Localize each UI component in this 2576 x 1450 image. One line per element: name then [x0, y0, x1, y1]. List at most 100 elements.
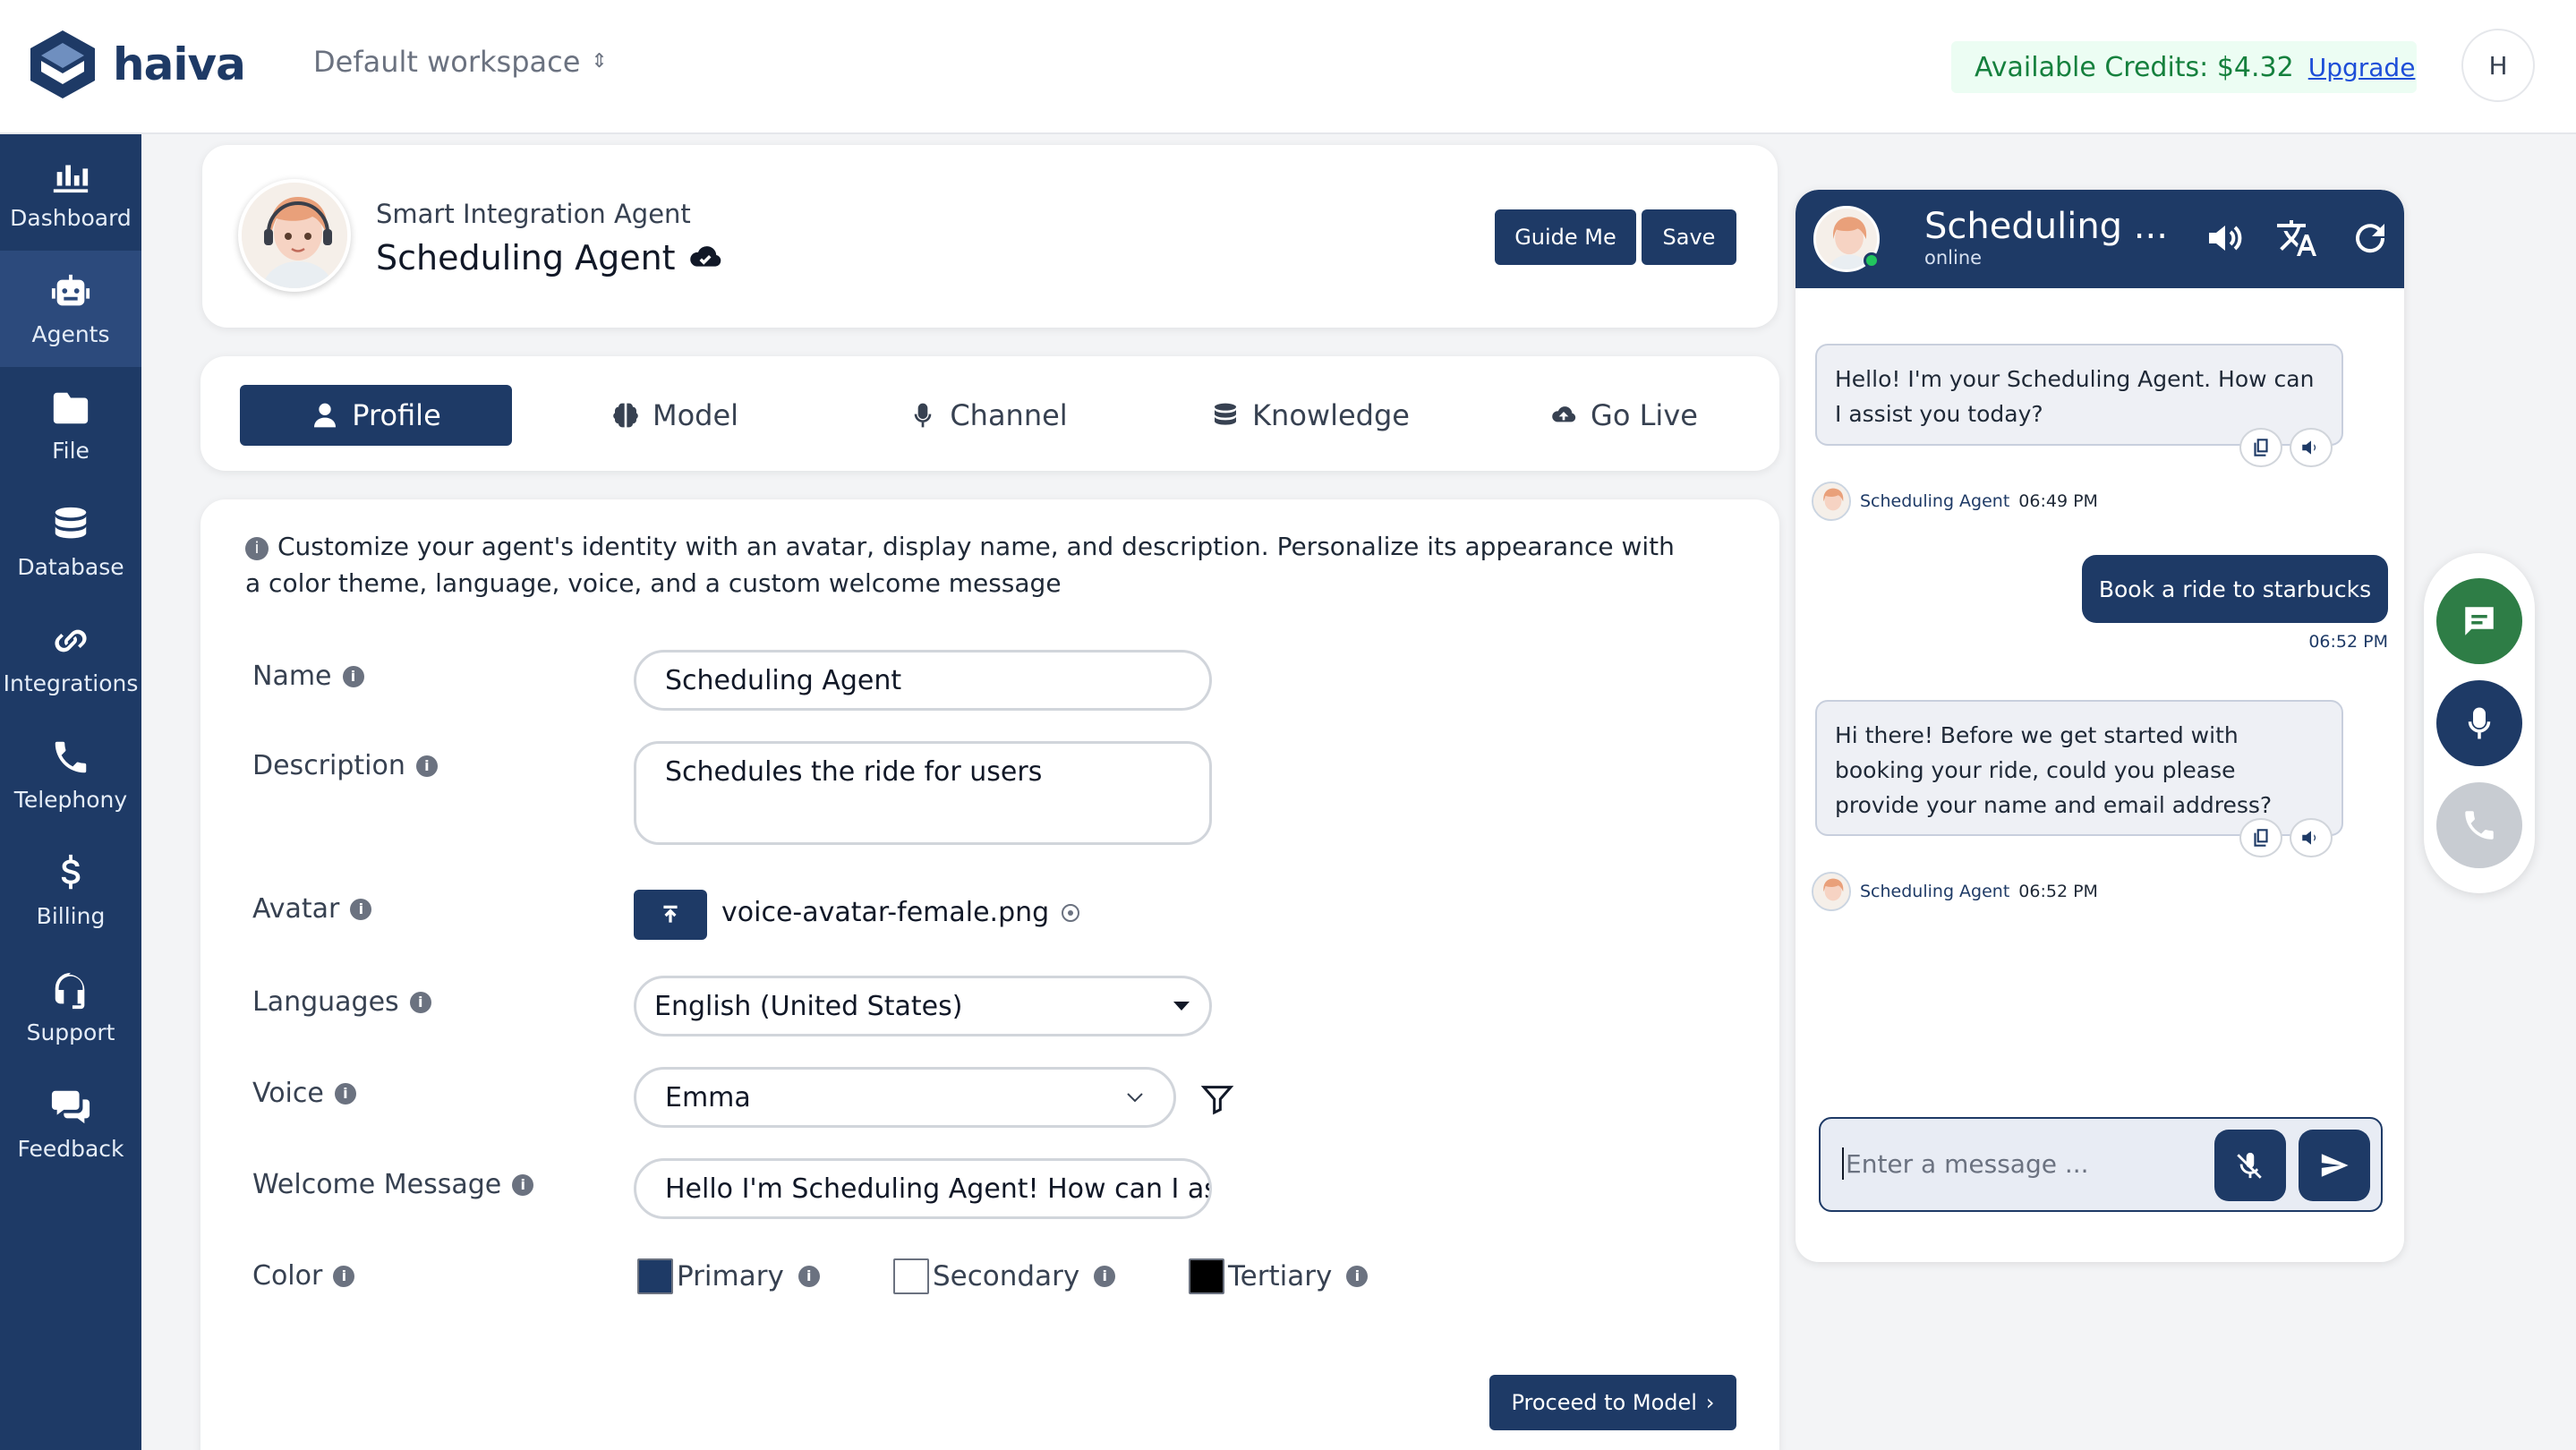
agent-name: Scheduling Agent	[376, 238, 676, 277]
language-select[interactable]: English (United States)	[634, 976, 1212, 1036]
proceed-label: Proceed to Model	[1511, 1390, 1697, 1415]
info-icon[interactable]: i	[798, 1266, 820, 1287]
cloud-check-icon	[689, 246, 721, 267]
info-icon[interactable]: i	[415, 755, 438, 777]
chat-header: Scheduling ... online	[1796, 190, 2404, 288]
tab-label: Go Live	[1591, 398, 1698, 432]
sidebar-item-database[interactable]: Database	[0, 483, 141, 600]
translate-icon[interactable]	[2275, 217, 2318, 260]
tab-profile[interactable]: Profile	[240, 385, 512, 446]
agent-avatar	[238, 179, 351, 292]
tab-channel[interactable]: Channel	[854, 385, 1122, 446]
chat-message-input[interactable]: Enter a message ...	[1842, 1147, 2089, 1180]
profile-form-card: i Customize your agent's identity with an…	[200, 499, 1779, 1450]
channel-fab-group	[2424, 553, 2535, 893]
guide-me-button[interactable]: Guide Me	[1495, 209, 1636, 265]
avatar-file-name: voice-avatar-female.png	[721, 897, 1050, 928]
info-icon[interactable]: i	[512, 1173, 534, 1196]
tab-model[interactable]: Model	[559, 385, 791, 446]
color-primary[interactable]: Primary i	[637, 1258, 820, 1294]
voice-channel-button[interactable]	[2436, 680, 2522, 766]
name-label-text: Name	[252, 661, 332, 692]
play-audio-button[interactable]	[2290, 428, 2333, 467]
top-bar: haiva Default workspace ⇕ Available Cred…	[0, 0, 2576, 134]
description-textarea[interactable]: Schedules the ride for users	[634, 741, 1212, 845]
chat-icon	[2465, 607, 2494, 635]
phone-channel-button[interactable]	[2436, 782, 2522, 868]
play-audio-button[interactable]	[2290, 818, 2333, 857]
sidebar-item-dashboard[interactable]: Dashboard	[0, 134, 141, 251]
copy-icon	[2254, 829, 2268, 847]
tab-label: Profile	[352, 398, 441, 432]
database-icon	[55, 507, 87, 538]
sidebar-item-file[interactable]: File	[0, 367, 141, 483]
message-actions	[2239, 428, 2333, 467]
sidebar-item-label: Billing	[36, 902, 106, 929]
message-meta: Scheduling Agent 06:52 PM	[1812, 872, 2098, 911]
welcome-label-text: Welcome Message	[252, 1169, 502, 1200]
speaker-icon	[2302, 440, 2316, 455]
info-icon[interactable]: i	[334, 1082, 356, 1105]
description-label-text: Description	[252, 750, 405, 781]
profile-info-text: Customize your agent's identity with an …	[245, 532, 1675, 598]
refresh-icon[interactable]	[2349, 217, 2392, 260]
copy-button[interactable]	[2239, 428, 2282, 467]
color-secondary[interactable]: Secondary i	[893, 1258, 1116, 1294]
voice-select[interactable]: Emma	[634, 1067, 1176, 1128]
brand-logo[interactable]: haiva	[25, 27, 246, 102]
user-avatar[interactable]: H	[2461, 29, 2535, 102]
send-button[interactable]	[2299, 1130, 2370, 1201]
color-secondary-label: Secondary	[933, 1260, 1080, 1292]
info-icon[interactable]: i	[409, 991, 431, 1013]
secondary-color-swatch[interactable]	[893, 1258, 929, 1294]
dollar-icon	[61, 854, 81, 889]
chat-input-box[interactable]: Enter a message ...	[1819, 1117, 2383, 1212]
tabs-card: Profile Model Channel Knowledge Go Live	[200, 356, 1779, 471]
cloud-upload-icon	[1552, 406, 1576, 422]
copy-icon	[2254, 439, 2268, 456]
sidebar: Dashboard Agents File Database Integrati…	[0, 134, 141, 1450]
name-input[interactable]: Scheduling Agent	[634, 650, 1212, 711]
info-icon[interactable]: i	[1094, 1266, 1116, 1287]
description-label: Description i	[252, 750, 438, 781]
agent-name-heading: Scheduling Agent	[376, 238, 724, 277]
chat-channel-button[interactable]	[2436, 578, 2522, 664]
sidebar-item-billing[interactable]: Billing	[0, 832, 141, 949]
sender-avatar	[1812, 872, 1851, 911]
tab-go-live[interactable]: Go Live	[1507, 385, 1740, 446]
tab-label: Model	[652, 398, 739, 432]
sidebar-item-agents[interactable]: Agents	[0, 251, 141, 367]
welcome-message-input[interactable]: Hello I'm Scheduling Agent! How can I as…	[634, 1158, 1212, 1219]
info-icon[interactable]: i	[1346, 1266, 1369, 1287]
tertiary-color-swatch[interactable]	[1189, 1258, 1224, 1294]
caret-down-icon	[1173, 1002, 1190, 1011]
tab-label: Channel	[950, 398, 1068, 432]
upload-avatar-button[interactable]	[634, 890, 707, 940]
primary-color-swatch[interactable]	[637, 1258, 673, 1294]
tab-knowledge[interactable]: Knowledge	[1167, 385, 1454, 446]
sidebar-item-telephony[interactable]: Telephony	[0, 716, 141, 832]
info-icon[interactable]: i	[342, 665, 364, 687]
filter-icon[interactable]	[1199, 1081, 1235, 1117]
credits-banner: Available Credits: $4.32 Upgrade	[1951, 41, 2417, 93]
workspace-selector[interactable]: Default workspace ⇕	[313, 45, 608, 79]
mute-mic-button[interactable]	[2214, 1130, 2286, 1201]
color-primary-label: Primary	[677, 1260, 784, 1292]
sidebar-item-label: Database	[17, 553, 124, 580]
sidebar-item-integrations[interactable]: Integrations	[0, 600, 141, 716]
copy-button[interactable]	[2239, 818, 2282, 857]
save-button[interactable]: Save	[1642, 209, 1736, 265]
speaker-icon[interactable]	[2204, 217, 2247, 260]
info-icon[interactable]: i	[350, 898, 372, 920]
brain-icon	[613, 403, 638, 428]
color-tertiary[interactable]: Tertiary i	[1189, 1258, 1369, 1294]
remove-file-icon[interactable]	[1062, 903, 1080, 922]
info-icon[interactable]: i	[333, 1265, 355, 1287]
upgrade-link[interactable]: Upgrade	[2308, 53, 2416, 82]
chevron-down-icon	[1127, 1093, 1143, 1103]
proceed-to-model-button[interactable]: Proceed to Model ›	[1489, 1375, 1736, 1430]
microphone-icon	[2468, 707, 2491, 739]
sidebar-item-support[interactable]: Support	[0, 949, 141, 1065]
chat-title: Scheduling ...	[1924, 206, 2168, 247]
sidebar-item-feedback[interactable]: Feedback	[0, 1065, 141, 1181]
